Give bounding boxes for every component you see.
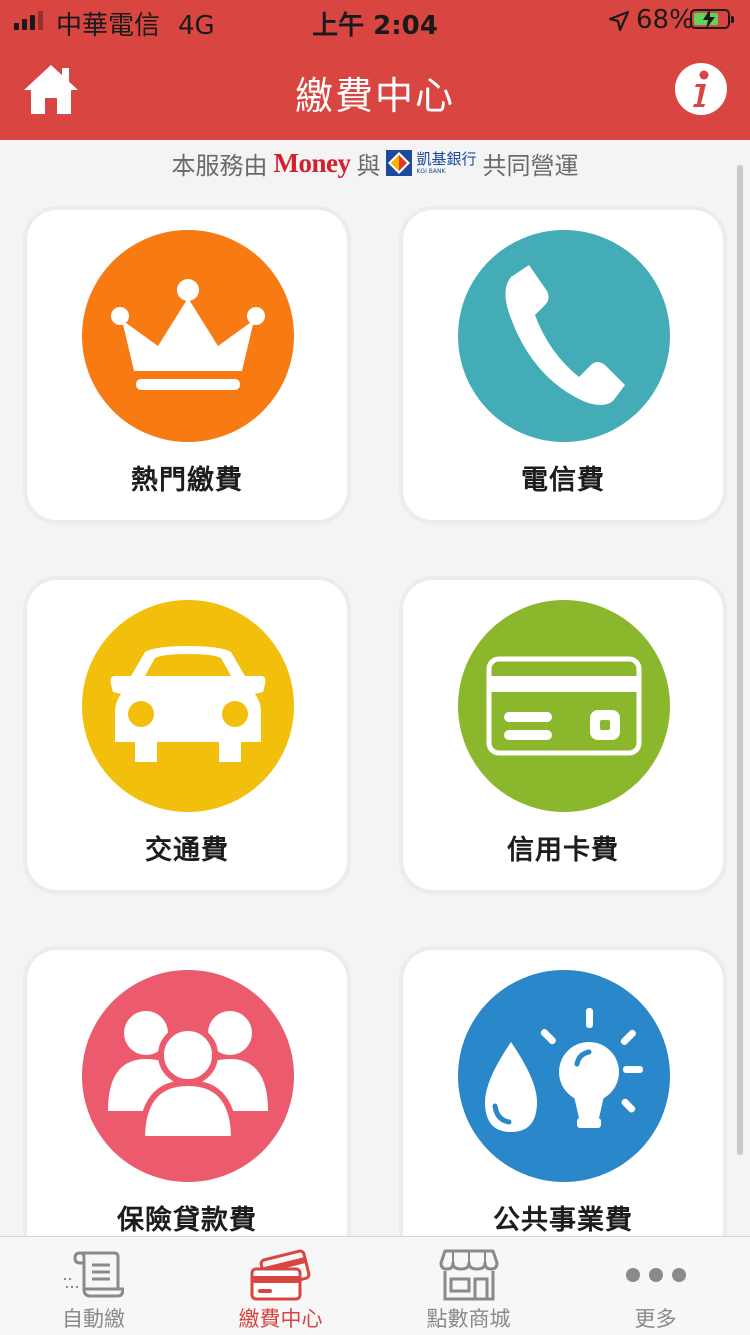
sponsor-joiner: 與 [356,151,381,180]
tab-label: 點數商城 [426,1307,511,1331]
category-circle [82,600,294,812]
info-button[interactable] [674,62,728,116]
sponsor-suffix: 共同營運 [482,151,579,180]
tab-label: 自動繳 [62,1307,125,1331]
scroll-icon [63,1251,124,1298]
category-card-insurance-loan[interactable]: 保險貸款費 [27,950,347,1260]
battery-percentage: 68% [636,5,694,35]
store-icon [439,1249,498,1301]
category-circle [458,600,670,812]
crown-icon [111,279,265,390]
more-dots-icon [625,1268,686,1282]
nav-bar: 繳費中心 [0,40,750,140]
people-icon [108,1011,268,1141]
category-label: 熱門繳費 [131,465,243,496]
tab-more[interactable]: 更多 [562,1237,749,1335]
tab-bar: 自動繳 繳費中心 點數商城 更多 [0,1236,750,1335]
category-card-telecom[interactable]: 電信費 [403,210,723,520]
category-card-credit-card[interactable]: 信用卡費 [403,580,723,890]
phone-icon [505,265,625,405]
category-circle [458,970,670,1182]
tab-label: 繳費中心 [238,1307,323,1331]
category-circle [82,230,294,442]
battery-icon [690,9,734,29]
water-bulb-icon [485,1008,643,1132]
category-card-transport[interactable]: 交通費 [27,580,347,890]
money-brand-logo: Money [273,147,351,178]
scrollbar[interactable] [737,165,743,1155]
bank-name-en: KGI BANK [416,167,446,175]
category-circle [458,230,670,442]
category-circle [82,970,294,1182]
category-card-popular[interactable]: 熱門繳費 [27,210,347,520]
tab-label: 更多 [634,1307,677,1331]
category-label: 公共事業費 [493,1205,633,1236]
bank-name: 凱基銀行 [416,149,477,168]
category-label: 交通費 [145,835,229,866]
tab-points-store[interactable]: 點數商城 [375,1237,562,1335]
car-icon [110,646,266,762]
bank-logo: 凱基銀行 KGI BANK [386,149,477,176]
category-label: 信用卡費 [507,835,619,866]
status-bar: 中華電信 4G 上午 2:04 68% [0,0,750,41]
sponsor-prefix: 本服務由 [171,151,268,180]
location-arrow-icon [608,9,630,39]
page-title: 繳費中心 [294,74,455,118]
tab-auto-pay[interactable]: 自動繳 [0,1237,187,1335]
category-label: 電信費 [521,465,605,496]
kgi-bank-icon [386,150,413,176]
tab-payment-center[interactable]: 繳費中心 [187,1237,374,1335]
cards-icon [250,1249,310,1301]
category-label: 保險貸款費 [117,1205,257,1236]
info-icon [675,63,727,115]
credit-card-icon [486,656,642,756]
category-card-utilities[interactable]: 公共事業費 [403,950,723,1260]
sponsor-banner: 本服務由 Money 與 凱基銀行 KGI BANK 共同營運 [0,140,750,186]
